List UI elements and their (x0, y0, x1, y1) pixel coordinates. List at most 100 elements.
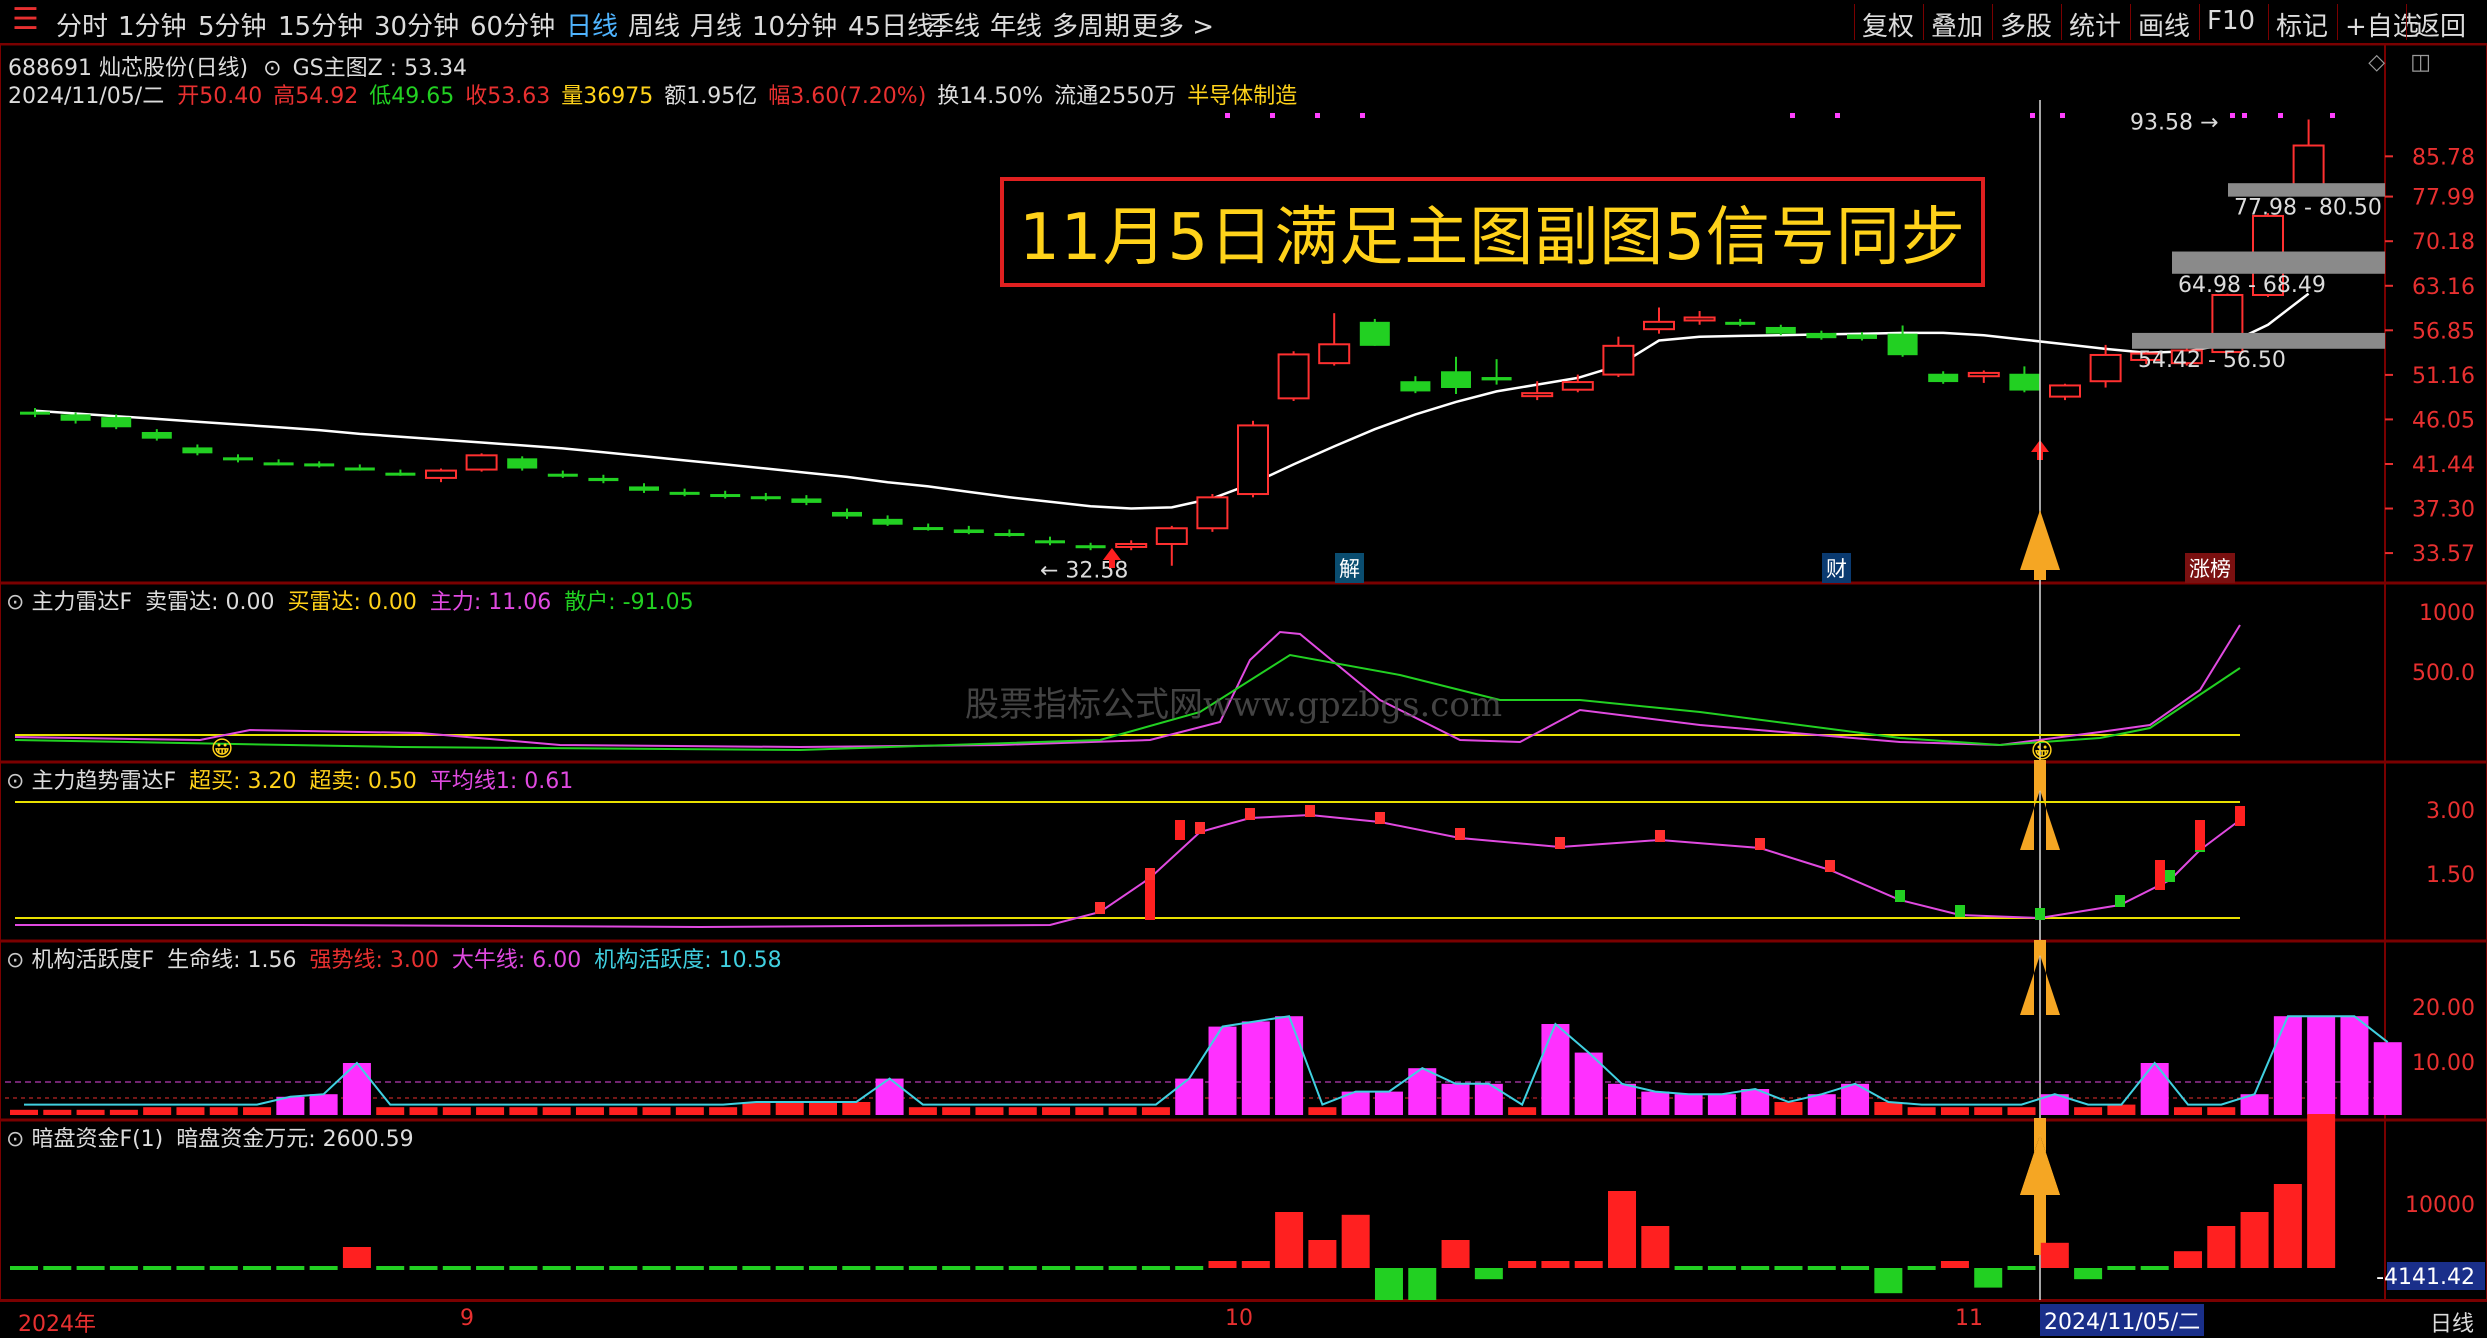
panel4-bar-flat (1042, 1266, 1071, 1270)
candle-body-up (1521, 392, 1554, 398)
signal-dot (1360, 113, 1365, 118)
signal-dot (1790, 113, 1795, 118)
panel3-bar (10, 1109, 38, 1115)
panel4-bar-neg (1474, 1268, 1503, 1280)
panel4-bar-flat (2107, 1266, 2136, 1270)
panel1-toggle-icon[interactable]: ⊙ (6, 590, 24, 615)
panel4-bar-pos (1508, 1261, 1537, 1268)
panel4-axis-neg: -4141.42 (2376, 1265, 2475, 1290)
panel3-bar (143, 1107, 172, 1115)
candle-body-up (1683, 316, 1716, 322)
close-value: 53.63 (487, 84, 551, 109)
panel4-toggle-icon[interactable]: ⊙ (6, 1127, 24, 1152)
panel3-toggle-icon[interactable]: ⊙ (6, 948, 24, 973)
panel4-bar-flat (43, 1266, 72, 1270)
candle-body-down (791, 498, 822, 503)
badge-unlock[interactable]: 解 (1335, 553, 1364, 583)
panel1-axis-1000: 1000 (2419, 601, 2475, 626)
candle-body-down (1725, 321, 1756, 325)
panel3-bar (1374, 1091, 1403, 1115)
window-toggle-icon[interactable]: ◫ (2410, 50, 2431, 75)
panel1-axis-500: 500.0 (2412, 661, 2475, 686)
panel4-bar-flat (109, 1266, 138, 1270)
candle-body-up (1602, 344, 1635, 376)
panel4-bar-flat (1008, 1266, 1037, 1270)
panel2-avg-line-path (15, 813, 2241, 929)
panel4-bar-flat (442, 1266, 471, 1270)
panel4-bar-flat (1907, 1266, 1936, 1270)
candle-body-up (1115, 542, 1148, 548)
candle-body-down (507, 458, 538, 469)
panel3-bar (1907, 1107, 1936, 1115)
panel4-name[interactable]: 暗盘资金F(1) (31, 1127, 163, 1152)
candle-body-up (1561, 381, 1594, 391)
badge-top-gainer[interactable]: 涨榜 (2185, 553, 2235, 583)
panel4-bar-pos (1641, 1226, 1670, 1268)
panel2-marker (1245, 808, 1255, 820)
panel3-bar (109, 1109, 138, 1115)
panel4-bar-flat (243, 1266, 272, 1270)
candle-body-down (385, 472, 416, 476)
candle-body-up (425, 469, 457, 479)
panel4-bar-pos (2273, 1184, 2302, 1268)
candle-body-up (1196, 496, 1229, 530)
badge-finance[interactable]: 财 (1822, 553, 1851, 583)
panel3-bar (442, 1107, 471, 1115)
panel4-bar-flat (575, 1266, 604, 1270)
panel2-signal-bar (1145, 880, 1155, 920)
panel3-bar (908, 1107, 937, 1115)
quote-date: 2024/11/05/二 (8, 84, 165, 109)
panel1-name[interactable]: 主力雷达F (31, 590, 132, 615)
diamond-icon[interactable]: ◇ (2368, 50, 2385, 75)
panel3-name[interactable]: 机构活跃度F (31, 948, 154, 973)
candle-body-up (2292, 144, 2325, 187)
panel4-bar-flat (775, 1266, 804, 1270)
panel3-bull-line: 大牛线: 6.00 (451, 948, 582, 973)
panel2-toggle-icon[interactable]: ⊙ (6, 769, 24, 794)
industry-link[interactable]: 半导体制造 (1187, 84, 1297, 109)
panel3-bar (2173, 1107, 2202, 1115)
panel4-bar-flat (875, 1266, 904, 1270)
panel4-bar-flat (642, 1266, 671, 1270)
panel4-bar-pos (1441, 1240, 1470, 1268)
panel3-bar (1674, 1094, 1703, 1115)
candle-body-down (2009, 373, 2040, 391)
panel4-bar-flat (675, 1266, 704, 1270)
panel4-bar-flat (1108, 1266, 1137, 1270)
panel2-marker (1455, 828, 1465, 840)
panel4-bar-neg (1974, 1268, 2003, 1288)
panel4-bar-flat (209, 1266, 238, 1270)
stock-header-line2: 2024/11/05/二 开50.40 高54.92 低49.65 收53.63… (8, 78, 1297, 110)
panel3-bar (609, 1107, 638, 1115)
panel3-bar (675, 1107, 704, 1115)
panel3-bar (243, 1107, 272, 1115)
panel2-axis-1.5: 1.50 (2426, 863, 2475, 888)
panel3-bar (2307, 1016, 2336, 1115)
panel4-bar-flat (1841, 1266, 1870, 1270)
panel4-axis-10000: 10000 (2405, 1193, 2475, 1218)
candle-body-down (994, 533, 1025, 537)
panel4-bar-flat (975, 1266, 1004, 1270)
high-label: 高 (273, 84, 296, 109)
panel3-activity: 机构活跃度: 10.58 (594, 948, 782, 973)
price-axis-label-7: 41.44 (2412, 453, 2475, 478)
panel3-axis-10: 10.00 (2412, 1051, 2475, 1076)
candle-body-down (669, 491, 700, 495)
panel1-main-force: 主力: 11.06 (429, 590, 552, 615)
candle-body-up (1237, 424, 1269, 496)
panel3-bar (875, 1078, 904, 1115)
panel4-bar-flat (309, 1266, 338, 1270)
panel4-bar-pos (1308, 1240, 1337, 1268)
stock-chart-window: ☰ 分时 1分钟 5分钟 15分钟 30分钟 60分钟 日线 周线 月线 10分钟 45日线 季线 年线… (0, 0, 2487, 1337)
panel2-oversold: 超卖: 0.50 (309, 769, 417, 794)
panel3-life-line: 生命线: 1.56 (167, 948, 297, 973)
panel2-name[interactable]: 主力趋势雷达F (31, 769, 176, 794)
candle-body-down (1847, 334, 1877, 339)
panel3-bar (1940, 1107, 1969, 1115)
price-axis-label-8: 37.30 (2412, 498, 2475, 523)
zone-label-0: 77.98 - 80.50 (2234, 196, 2382, 221)
panel3-bar (2207, 1107, 2236, 1115)
candle-body-down (1887, 333, 1918, 356)
panel4-header: ⊙ 暗盘资金F(1) 暗盘资金万元: 2600.59 (6, 1121, 414, 1153)
panel3-bar (709, 1107, 738, 1115)
